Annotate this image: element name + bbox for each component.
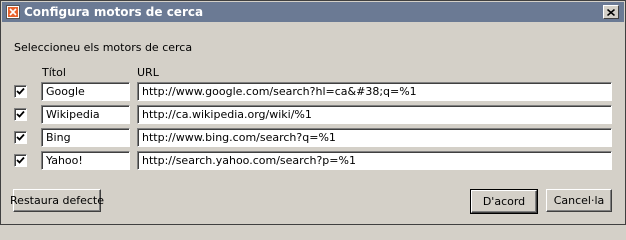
- engine-url-field[interactable]: http://www.bing.com/search?q=%1: [137, 128, 612, 147]
- engine-checkbox[interactable]: [14, 85, 27, 98]
- engine-row-wikipedia: Wikipedia http://ca.wikipedia.org/wiki/%…: [1, 105, 626, 124]
- check-icon: [16, 87, 25, 95]
- engine-row-bing: Bing http://www.bing.com/search?q=%1: [1, 128, 626, 147]
- engine-checkbox[interactable]: [14, 108, 27, 121]
- title-bar: Configura motors de cerca: [2, 2, 624, 22]
- column-header-url: URL: [137, 66, 159, 79]
- window-title: Configura motors de cerca: [24, 5, 204, 19]
- close-button[interactable]: [603, 5, 619, 19]
- engine-title-field[interactable]: Yahoo!: [41, 151, 130, 170]
- ok-button[interactable]: D'acord: [470, 189, 538, 214]
- check-icon: [16, 156, 25, 164]
- engine-row-yahoo: Yahoo! http://search.yahoo.com/search?p=…: [1, 151, 626, 170]
- check-icon: [16, 110, 25, 118]
- engine-url-field[interactable]: http://www.google.com/search?hl=ca&#38;q…: [137, 82, 612, 101]
- engine-checkbox[interactable]: [14, 154, 27, 167]
- dialog-window: Configura motors de cerca Seleccioneu el…: [0, 0, 626, 225]
- engine-title-field[interactable]: Google: [41, 82, 130, 101]
- engine-checkbox[interactable]: [14, 131, 27, 144]
- engine-url-field[interactable]: http://ca.wikipedia.org/wiki/%1: [137, 105, 612, 124]
- restore-defaults-button[interactable]: Restaura defecte: [10, 189, 104, 212]
- close-icon: [607, 8, 615, 16]
- app-icon: [6, 5, 20, 19]
- engine-title-field[interactable]: Wikipedia: [41, 105, 130, 124]
- check-icon: [16, 133, 25, 141]
- cancel-button[interactable]: Cancel·la: [546, 189, 612, 212]
- engine-url-field[interactable]: http://search.yahoo.com/search?p=%1: [137, 151, 612, 170]
- instruction-text: Seleccioneu els motors de cerca: [14, 41, 193, 54]
- engine-title-field[interactable]: Bing: [41, 128, 130, 147]
- column-header-title: Títol: [42, 66, 66, 79]
- engine-row-google: Google http://www.google.com/search?hl=c…: [1, 82, 626, 101]
